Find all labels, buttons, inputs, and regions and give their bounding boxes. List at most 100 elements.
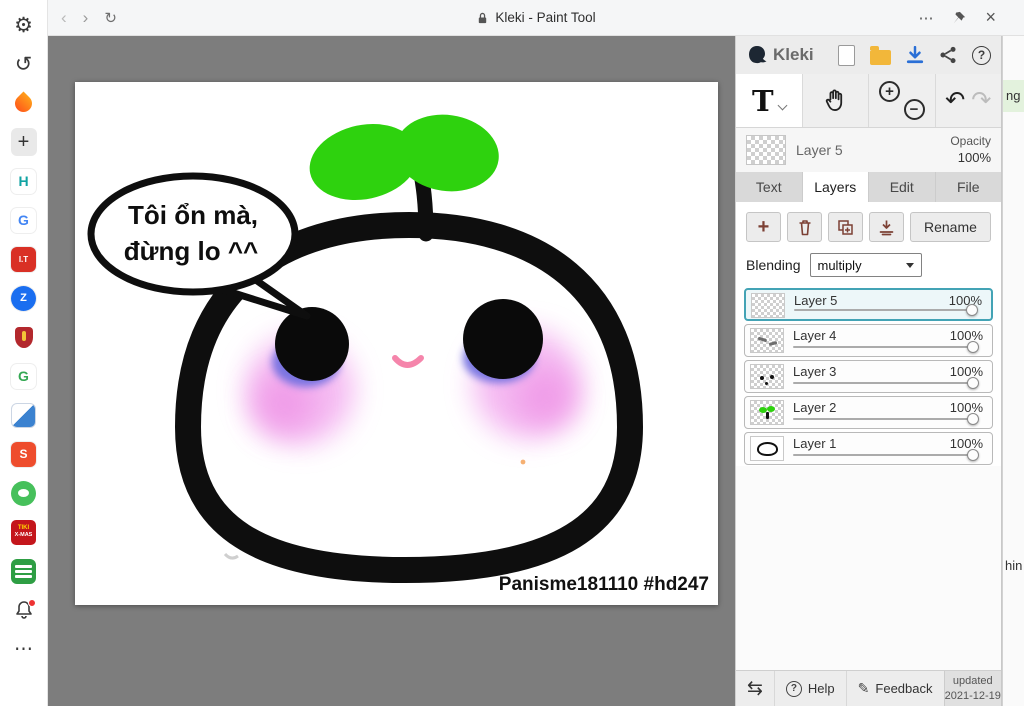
updated-badge: updated 2021-12-19 <box>943 671 1001 706</box>
sidebar-item-app[interactable] <box>11 402 37 428</box>
sidebar-item-chat[interactable] <box>11 480 37 506</box>
layer-2-opacity-slider[interactable] <box>793 413 979 425</box>
swap-button[interactable]: ⇆ <box>736 671 774 706</box>
sidebar-item-shield[interactable] <box>11 324 37 350</box>
window-controls: ⋯ × <box>918 7 1024 28</box>
undo-button[interactable]: ↶ <box>945 86 965 115</box>
feedback-button[interactable]: ✎ Feedback <box>845 671 944 706</box>
back-icon[interactable]: ‹ <box>61 8 67 28</box>
window-title-group: Kleki - Paint Tool <box>48 10 1024 25</box>
sidebar-item-shopee[interactable]: S <box>11 441 37 467</box>
pin-icon[interactable] <box>952 11 966 25</box>
tab-text[interactable]: Text <box>736 172 803 202</box>
opacity-label: Opacity <box>950 134 991 149</box>
slider-knob[interactable] <box>967 449 979 461</box>
app-icon <box>11 402 36 428</box>
layer-3-name: Layer 3 <box>793 364 837 379</box>
close-icon[interactable]: × <box>985 7 996 28</box>
history-icon[interactable]: ↺ <box>11 51 37 77</box>
chat-icon <box>11 480 36 506</box>
slider-knob[interactable] <box>967 377 979 389</box>
browser-nav: ‹ › ↻ <box>48 8 117 28</box>
active-layer-opacity: Opacity 100% <box>950 133 991 167</box>
browser-sidebar: ⚙ ↺ + H G I.T Z G S TIKI X-MAS ⋯ <box>0 0 48 706</box>
add-layer-button[interactable]: + <box>746 212 781 242</box>
new-image-button[interactable] <box>838 44 855 66</box>
share-button[interactable] <box>939 46 957 64</box>
reload-icon[interactable]: ↻ <box>104 9 117 27</box>
paint-canvas[interactable]: Tôi ổn mà, đừng lo ^^ Panisme181110 #hd2… <box>75 82 718 605</box>
tab-edit[interactable]: Edit <box>869 172 936 202</box>
app-window: ⚙ ↺ + H G I.T Z G S TIKI X-MAS ⋯ ‹ › ↻ K… <box>0 0 1024 706</box>
redo-button[interactable]: ↷ <box>971 86 991 115</box>
rename-layer-button[interactable]: Rename <box>910 212 991 242</box>
sidebar-item-tiki[interactable]: TIKI X-MAS <box>11 519 37 545</box>
help-button[interactable]: ? <box>972 45 991 65</box>
layer-4-opacity-slider[interactable] <box>793 341 979 353</box>
active-layer-bar[interactable]: Layer 5 Opacity 100% <box>736 128 1001 172</box>
layer-1-thumbnail <box>750 436 784 461</box>
sidebar-item-google2[interactable]: G <box>11 363 37 389</box>
settings-gear-icon[interactable]: ⚙ <box>11 12 37 38</box>
layer-5-thumbnail <box>751 293 785 318</box>
hand-icon <box>825 89 842 111</box>
speech-text-line2: đừng lo ^^ <box>124 236 258 266</box>
duplicate-layer-button[interactable] <box>828 212 863 242</box>
layer-row-3[interactable]: Layer 3 100% <box>744 360 993 393</box>
layer-row-5[interactable]: Layer 5 100% <box>744 288 993 321</box>
help-label: Help <box>807 681 835 696</box>
zoom-in-button[interactable]: + <box>879 81 900 102</box>
hand-tool-button[interactable] <box>803 74 869 127</box>
open-file-button[interactable] <box>870 45 891 65</box>
layer-2-name: Layer 2 <box>793 400 837 415</box>
sidebar-item-store[interactable] <box>11 558 37 584</box>
tab-file[interactable]: File <box>936 172 1002 202</box>
sidebar-item-it[interactable]: I.T <box>11 246 37 272</box>
add-shortcut-button[interactable]: + <box>10 128 37 156</box>
slider-knob[interactable] <box>966 304 978 316</box>
slider-knob[interactable] <box>967 413 979 425</box>
flame-icon[interactable] <box>11 90 37 116</box>
sidebar-more-button[interactable]: ⋯ <box>11 636 37 662</box>
stray-mark <box>223 552 239 560</box>
tool-row: T + − ↶ ↷ <box>736 74 1001 128</box>
h-icon: H <box>11 168 36 194</box>
slider-knob[interactable] <box>967 341 979 353</box>
tab-layers[interactable]: Layers <box>802 172 869 202</box>
notifications-bell[interactable] <box>11 597 37 623</box>
layer-row-2[interactable]: Layer 2 100% <box>744 396 993 429</box>
speech-bubble <box>87 172 299 296</box>
kleki-logo-text: Kleki <box>773 45 814 64</box>
layer-1-opacity-slider[interactable] <box>793 449 979 461</box>
layer-5-name: Layer 5 <box>794 293 838 308</box>
edge-strip: ng hin <box>1002 36 1024 706</box>
text-tool-button[interactable]: T <box>736 74 803 127</box>
merge-layer-button[interactable] <box>869 212 904 242</box>
sprout-leaf-right <box>395 114 499 192</box>
blending-select[interactable]: multiply <box>809 253 922 277</box>
help-footer-button[interactable]: ? Help <box>773 671 846 706</box>
delete-layer-button[interactable] <box>787 212 822 242</box>
layer-3-opacity-slider[interactable] <box>793 377 979 389</box>
speech-text-line1: Tôi ổn mà, <box>128 200 258 230</box>
layer-row-4[interactable]: Layer 4 100% <box>744 324 993 357</box>
sidebar-item-zalo[interactable]: Z <box>11 285 37 311</box>
layer-5-opacity-slider[interactable] <box>794 304 978 316</box>
layer-row-1[interactable]: Layer 1 100% <box>744 432 993 465</box>
forward-icon[interactable]: › <box>83 8 89 28</box>
page-title: Kleki - Paint Tool <box>495 10 596 25</box>
eye-right <box>463 299 543 379</box>
zoom-out-button[interactable]: − <box>903 99 925 120</box>
download-button[interactable] <box>906 46 924 64</box>
updated-date: 2021-12-19 <box>944 689 1001 702</box>
google-green-icon: G <box>11 363 36 389</box>
layer-1-name: Layer 1 <box>793 436 837 451</box>
active-layer-thumbnail <box>746 135 786 165</box>
sidebar-item-h[interactable]: H <box>11 168 37 194</box>
sidebar-item-google[interactable]: G <box>11 207 37 233</box>
more-menu-icon[interactable]: ⋯ <box>918 9 933 27</box>
blending-label: Blending <box>746 257 801 273</box>
question-icon: ? <box>785 680 802 697</box>
duplicate-icon <box>838 219 853 235</box>
zoom-tools: + − <box>869 74 936 127</box>
